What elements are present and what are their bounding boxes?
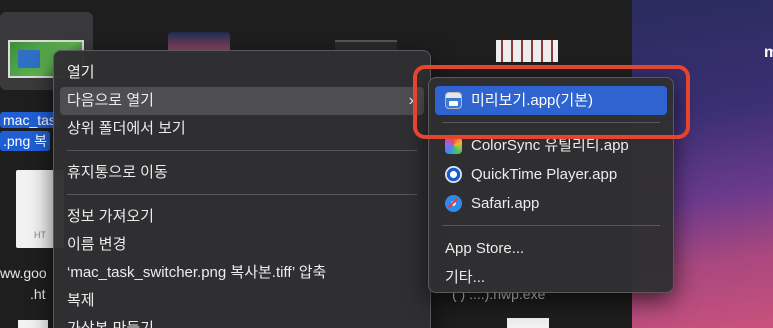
colorsync-icon [445,137,462,154]
menu-item-open-with[interactable]: 다음으로 열기 › [60,87,424,115]
submenu-item-safari[interactable]: Safari.app [435,189,667,218]
safari-icon [445,195,462,212]
file-name-line1[interactable]: ww.goo [0,265,47,281]
desktop-partial-text: m [764,44,773,61]
document-thumbnail[interactable] [507,318,549,328]
menu-separator [442,225,660,226]
context-menu: 열기 다음으로 열기 › 상위 폴더에서 보기 휴지통으로 이동 정보 가져오기… [53,50,431,328]
thumbnail-window-graphic [18,50,40,68]
selected-file-name-line1[interactable]: mac_tas [0,112,59,128]
menu-item-show-in-enclosing-folder[interactable]: 상위 폴더에서 보기 [60,115,424,143]
file-name-line2[interactable]: .ht [30,286,46,302]
menu-separator [67,150,417,151]
menu-item-move-to-trash[interactable]: 휴지통으로 이동 [60,159,424,187]
submenu-item-label: Safari.app [471,195,540,212]
menu-item-duplicate[interactable]: 복제 [60,287,424,315]
annotation-highlight-box [413,65,690,139]
selected-file-name-line2[interactable]: .png 복 [0,131,51,151]
submenu-item-label: QuickTime Player.app [471,166,618,183]
quicktime-icon [445,166,462,183]
submenu-item-other[interactable]: 기타... [435,263,667,292]
submenu-item-quicktime[interactable]: QuickTime Player.app [435,160,667,189]
menu-item-make-alias[interactable]: 가상본 만들기 [60,315,424,328]
document-thumbnail[interactable] [18,320,48,328]
submenu-item-label: ColorSync 유틸리티.app [471,137,629,154]
menu-item-compress[interactable]: ‘mac_task_switcher.png 복사본.tiff’ 압축 [60,259,424,287]
menu-item-open[interactable]: 열기 [60,59,424,87]
menu-item-get-info[interactable]: 정보 가져오기 [60,203,424,231]
menu-separator [67,194,417,195]
image-thumbnail[interactable] [496,40,558,62]
menu-item-rename[interactable]: 이름 변경 [60,231,424,259]
submenu-item-app-store[interactable]: App Store... [435,234,667,263]
menu-item-label: 다음으로 열기 [67,92,154,109]
